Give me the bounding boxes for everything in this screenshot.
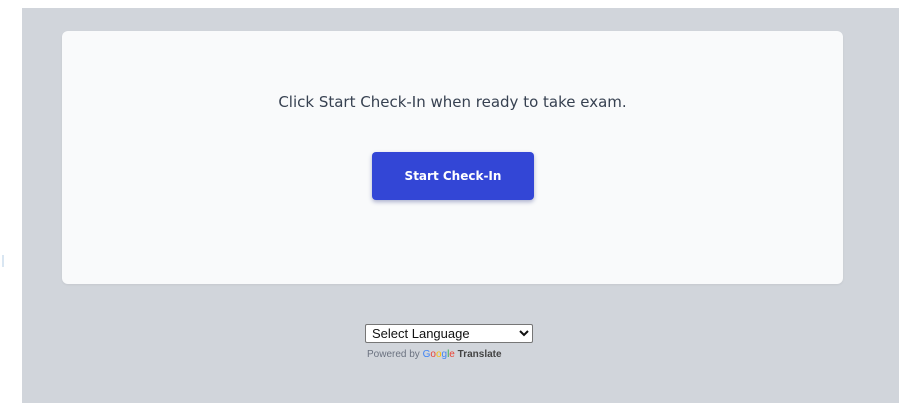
start-check-in-button[interactable]: Start Check-In bbox=[372, 152, 534, 200]
page-background: Click Start Check-In when ready to take … bbox=[22, 8, 899, 403]
instruction-text: Click Start Check-In when ready to take … bbox=[278, 93, 627, 111]
edge-artifact bbox=[2, 255, 10, 267]
google-translate-widget: Select Language Powered by Google Transl… bbox=[365, 324, 543, 360]
check-in-card: Click Start Check-In when ready to take … bbox=[62, 31, 843, 284]
powered-by-text: Powered by bbox=[367, 349, 420, 360]
powered-by-google-translate: Powered by Google Translate bbox=[365, 349, 543, 360]
translate-word: Translate bbox=[457, 349, 502, 360]
language-select[interactable]: Select Language bbox=[365, 324, 533, 343]
google-logo[interactable]: Google bbox=[423, 349, 458, 360]
